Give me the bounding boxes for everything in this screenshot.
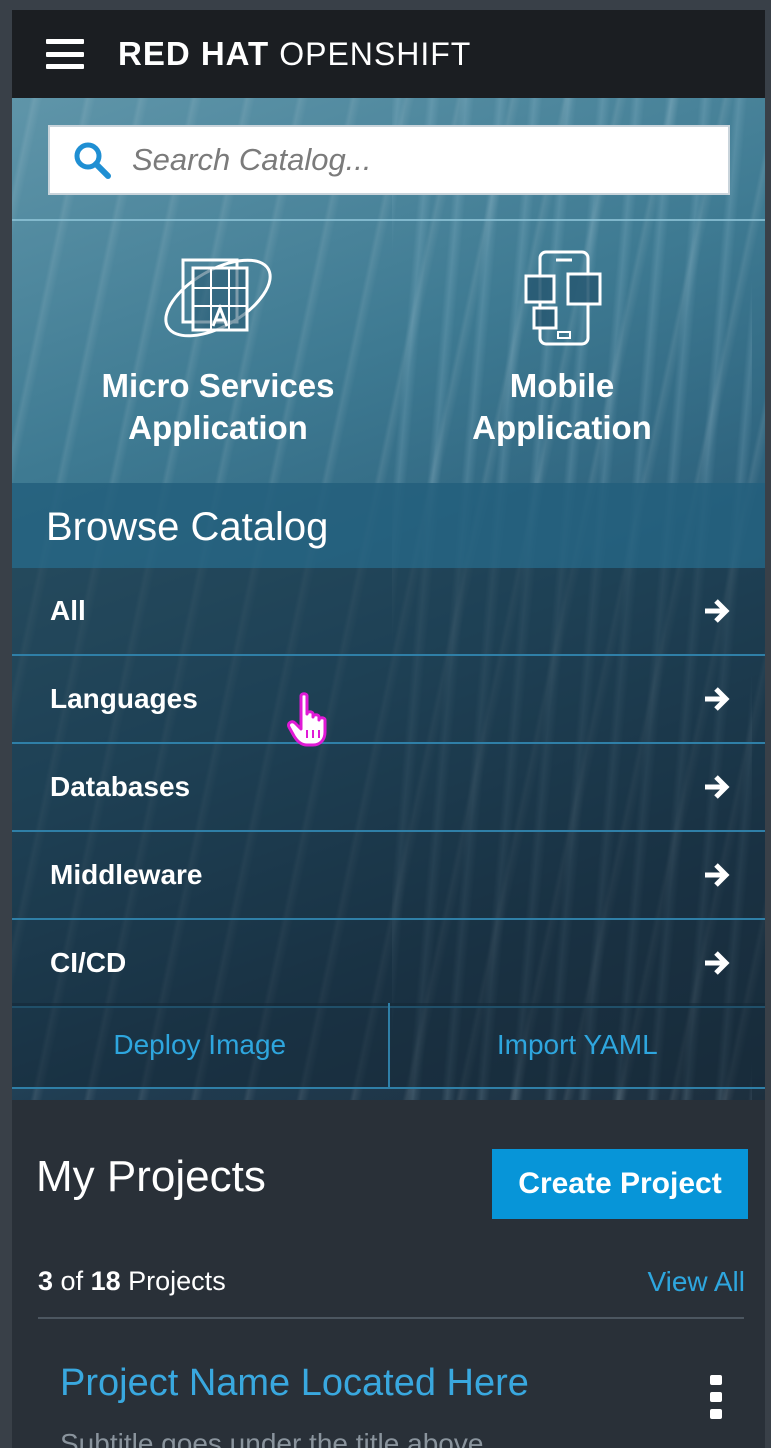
browse-catalog-header: Browse Catalog bbox=[12, 483, 765, 568]
kebab-menu-icon[interactable] bbox=[710, 1375, 722, 1419]
mobile-devices-icon bbox=[524, 250, 602, 346]
category-label: All bbox=[50, 595, 86, 626]
mobile-application-line2: Application bbox=[472, 409, 652, 446]
arrow-right-icon bbox=[705, 687, 730, 711]
my-projects-panel: My Projects Create Project 3 of 18 Proje… bbox=[12, 1100, 765, 1448]
category-item-databases[interactable]: Databases bbox=[12, 744, 765, 832]
app-frame: RED HAT OPENSHIFT Search Catalog... Micr… bbox=[0, 0, 771, 1448]
search-input[interactable] bbox=[130, 141, 694, 179]
my-projects-title: My Projects bbox=[36, 1152, 266, 1201]
category-item-all[interactable]: All bbox=[12, 568, 765, 656]
arrow-right-icon bbox=[705, 951, 730, 975]
brand-logo[interactable]: RED HAT OPENSHIFT bbox=[118, 35, 471, 73]
import-yaml-link[interactable]: Import YAML bbox=[390, 1003, 766, 1087]
search-icon bbox=[74, 142, 111, 179]
projects-count-shown: 3 bbox=[38, 1266, 54, 1296]
projects-divider bbox=[38, 1317, 744, 1319]
hand-pointer-cursor-icon bbox=[287, 692, 327, 747]
mobile-application-tile[interactable]: Mobile Application bbox=[412, 248, 712, 449]
arrow-right-icon bbox=[705, 863, 730, 887]
catalog-actions: Deploy Image Import YAML bbox=[12, 1003, 765, 1089]
mobile-application-label: Mobile Application bbox=[412, 365, 712, 449]
arrow-right-icon bbox=[705, 775, 730, 799]
projects-count: 3 of 18 Projects bbox=[38, 1266, 226, 1297]
brand-name-bold: RED HAT bbox=[118, 35, 270, 72]
create-project-button[interactable]: Create Project bbox=[492, 1149, 748, 1219]
search-divider bbox=[12, 219, 765, 221]
category-item-languages[interactable]: Languages bbox=[12, 656, 765, 744]
project-subtitle: Subtitle goes under the title above bbox=[60, 1428, 484, 1448]
projects-count-of: of bbox=[60, 1266, 84, 1296]
brand-name-light: OPENSHIFT bbox=[279, 36, 472, 72]
category-label: Languages bbox=[50, 683, 198, 714]
micro-services-tile[interactable]: Micro Services Application bbox=[68, 248, 368, 449]
browse-catalog-title: Browse Catalog bbox=[46, 505, 329, 549]
top-navbar: RED HAT OPENSHIFT bbox=[12, 10, 765, 98]
category-item-middleware[interactable]: Middleware bbox=[12, 832, 765, 920]
category-label: Middleware bbox=[50, 859, 203, 890]
view-all-link[interactable]: View All bbox=[647, 1266, 745, 1298]
projects-count-total: 18 bbox=[90, 1266, 121, 1296]
arrow-right-icon bbox=[705, 599, 730, 623]
catalog-hero: Micro Services Application Mobile Applic… bbox=[12, 98, 765, 1100]
search-box[interactable] bbox=[48, 125, 730, 195]
micro-services-label: Micro Services Application bbox=[68, 365, 368, 449]
mobile-application-line1: Mobile bbox=[509, 367, 615, 404]
micro-services-line1: Micro Services bbox=[101, 367, 335, 404]
projects-count-suffix: Projects bbox=[128, 1266, 226, 1296]
category-item-cicd[interactable]: CI/CD bbox=[12, 920, 765, 1008]
category-label: CI/CD bbox=[50, 947, 127, 978]
category-label: Databases bbox=[50, 771, 191, 802]
catalog-category-list: All Languages Databases Middleware CI/CD bbox=[12, 568, 765, 1008]
micro-services-line2: Application bbox=[128, 409, 308, 446]
microservices-icon bbox=[164, 258, 272, 338]
deploy-image-link[interactable]: Deploy Image bbox=[12, 1003, 388, 1087]
hamburger-menu-icon[interactable] bbox=[46, 39, 84, 69]
project-name-link[interactable]: Project Name Located Here bbox=[60, 1362, 529, 1405]
